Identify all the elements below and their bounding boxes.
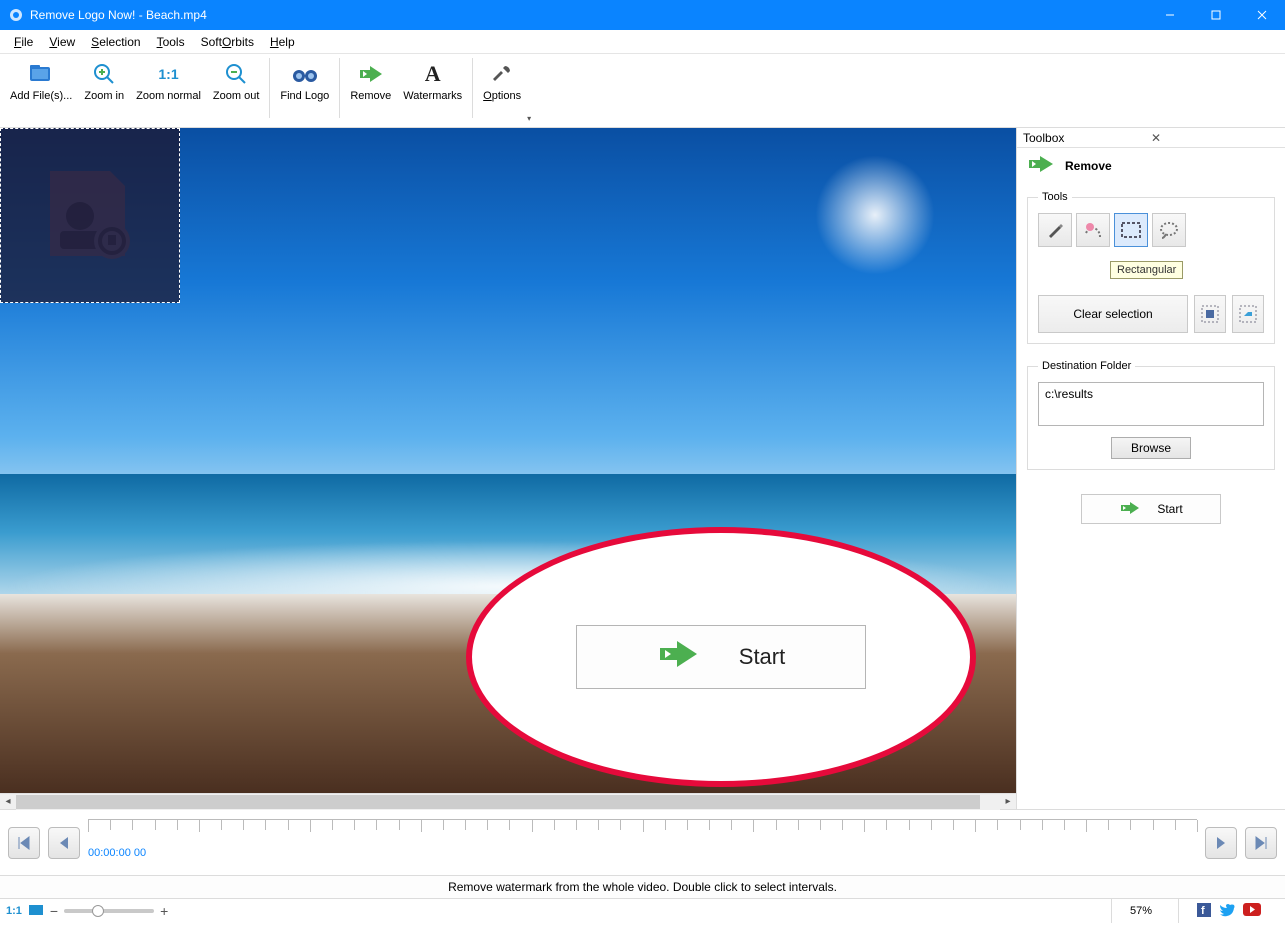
menu-view[interactable]: View — [41, 33, 83, 51]
social-links: f — [1178, 899, 1279, 923]
add-files-label: Add File(s)... — [10, 90, 72, 102]
toolbox-title: Toolbox — [1023, 131, 1151, 145]
zoom-normal-icon: 1:1 — [155, 60, 183, 88]
add-files-icon — [27, 60, 55, 88]
browse-button[interactable]: Browse — [1111, 437, 1191, 459]
svg-text:f: f — [1201, 905, 1205, 917]
maximize-button[interactable] — [1193, 0, 1239, 30]
close-button[interactable] — [1239, 0, 1285, 30]
find-logo-label: Find Logo — [280, 90, 329, 102]
titlebar: Remove Logo Now! - Beach.mp4 — [0, 0, 1285, 30]
remove-label: Remove — [350, 90, 391, 102]
toolbar-overflow[interactable]: ▾ — [527, 114, 539, 127]
destination-legend: Destination Folder — [1038, 360, 1135, 372]
facebook-icon[interactable]: f — [1197, 903, 1211, 920]
remove-arrow-icon — [1027, 154, 1055, 177]
selection-rectangle[interactable] — [0, 128, 180, 303]
step-forward-button[interactable] — [1205, 827, 1237, 859]
watermarks-icon: A — [419, 60, 447, 88]
window-title: Remove Logo Now! - Beach.mp4 — [30, 8, 1147, 22]
lasso-tool[interactable] — [1152, 213, 1186, 247]
horizontal-scrollbar[interactable]: ◂ ▸ — [0, 793, 1016, 809]
timecode: 00:00:00 00 — [88, 847, 146, 859]
marker-tool[interactable] — [1038, 213, 1072, 247]
find-logo-button[interactable]: Find Logo — [274, 56, 335, 120]
remove-arrow-icon — [357, 60, 385, 88]
destination-group: Destination Folder c:\results Browse — [1027, 360, 1275, 470]
start-arrow-icon — [657, 638, 699, 676]
remove-button[interactable]: Remove — [344, 56, 397, 120]
toolbox-panel: Toolbox ✕ Remove Tools Rectangular Clear… — [1016, 128, 1285, 809]
toolbar-separator — [269, 58, 270, 118]
forward-end-button[interactable] — [1245, 827, 1277, 859]
rectangular-tool[interactable] — [1114, 213, 1148, 247]
zoom-in-label: Zoom in — [84, 90, 124, 102]
hint-text: Remove watermark from the whole video. D… — [448, 880, 837, 894]
toolbox-header: Remove — [1065, 159, 1112, 173]
scroll-thumb[interactable] — [16, 795, 980, 809]
menu-selection[interactable]: Selection — [83, 33, 148, 51]
clear-selection-button[interactable]: Clear selection — [1038, 295, 1188, 333]
menubar: File View Selection Tools SoftOrbits Hel… — [0, 30, 1285, 54]
options-button[interactable]: Options — [477, 56, 527, 120]
step-back-button[interactable] — [48, 827, 80, 859]
zoom-slider[interactable] — [64, 909, 154, 913]
twitter-icon[interactable] — [1219, 903, 1235, 920]
timeline-track[interactable]: 00:00:00 00 — [88, 817, 1197, 869]
zoom-out-minus[interactable]: − — [50, 903, 58, 919]
scroll-left-arrow[interactable]: ◂ — [0, 796, 16, 807]
toolbar-separator — [339, 58, 340, 118]
add-files-button[interactable]: Add File(s)... — [4, 56, 78, 120]
zoom-in-icon — [90, 60, 118, 88]
zoom-percent: 57% — [1111, 899, 1170, 923]
scroll-right-arrow[interactable]: ▸ — [1000, 796, 1016, 807]
freehand-tool[interactable] — [1076, 213, 1110, 247]
menu-softorbits[interactable]: SoftOrbits — [193, 33, 262, 51]
zoom-normal-label: Zoom normal — [136, 90, 201, 102]
tools-group: Tools Rectangular Clear selection — [1027, 191, 1275, 344]
watermarks-button[interactable]: A Watermarks — [397, 56, 468, 120]
zoom-in-button[interactable]: Zoom in — [78, 56, 130, 120]
zoom-in-plus[interactable]: + — [160, 903, 168, 919]
menu-tools[interactable]: Tools — [149, 33, 193, 51]
rectangular-tooltip: Rectangular — [1110, 261, 1183, 279]
binoculars-icon — [291, 60, 319, 88]
minimize-button[interactable] — [1147, 0, 1193, 30]
youtube-icon[interactable] — [1243, 903, 1261, 919]
status-bar: 1:1 − + 57% f — [0, 899, 1285, 923]
rewind-start-button[interactable] — [8, 827, 40, 859]
app-icon — [8, 7, 24, 23]
tools-legend: Tools — [1038, 191, 1072, 203]
start-button-callout-label: Start — [739, 644, 785, 670]
load-selection-button[interactable] — [1232, 295, 1264, 333]
zoom-out-label: Zoom out — [213, 90, 259, 102]
clear-selection-label: Clear selection — [1073, 307, 1152, 321]
zoom-normal-button[interactable]: 1:1 Zoom normal — [130, 56, 207, 120]
toolbar-separator — [472, 58, 473, 118]
zoom-11-label[interactable]: 1:1 — [6, 905, 22, 917]
toolbar: Add File(s)... Zoom in 1:1 Zoom normal Z… — [0, 54, 1285, 128]
menu-help[interactable]: Help — [262, 33, 303, 51]
start-button[interactable]: Start — [1081, 494, 1221, 524]
watermark-placeholder-icon — [30, 161, 150, 271]
zoom-out-icon — [222, 60, 250, 88]
options-label: Options — [483, 90, 521, 102]
menu-file[interactable]: File — [6, 33, 41, 51]
start-button-callout[interactable]: Start — [576, 625, 866, 689]
fit-icon[interactable] — [28, 904, 44, 919]
video-canvas[interactable]: Start — [0, 128, 1016, 793]
wrench-icon — [488, 60, 516, 88]
hint-bar: Remove watermark from the whole video. D… — [0, 875, 1285, 899]
toolbox-close-icon[interactable]: ✕ — [1151, 131, 1279, 145]
watermarks-label: Watermarks — [403, 90, 462, 102]
destination-path-input[interactable]: c:\results — [1038, 382, 1264, 426]
timeline: 00:00:00 00 — [0, 809, 1285, 875]
save-selection-button[interactable] — [1194, 295, 1226, 333]
start-button-label: Start — [1157, 502, 1182, 516]
start-arrow-icon — [1119, 500, 1141, 519]
zoom-out-button[interactable]: Zoom out — [207, 56, 265, 120]
